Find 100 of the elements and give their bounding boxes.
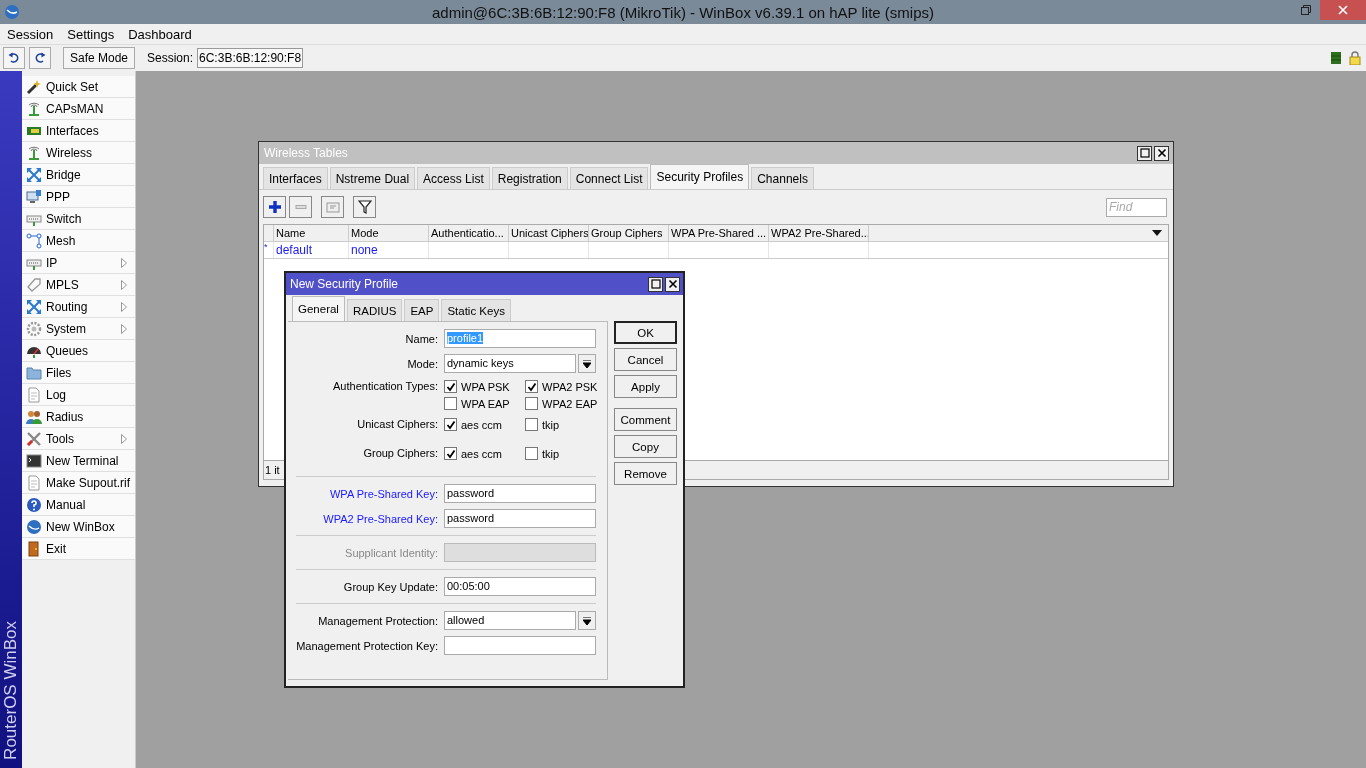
menu-item[interactable]: Dashboard (128, 26, 192, 42)
field-label: WPA Pre-Shared Key: (329, 487, 439, 500)
maximize-button[interactable] (648, 276, 663, 292)
status-text: 1 it (265, 464, 280, 476)
dialog-title: New Security Profile (290, 277, 399, 291)
field-label: Unicast Ciphers: (356, 417, 439, 430)
monitor-icon (26, 188, 42, 205)
input-field[interactable]: 00:05:00 (444, 577, 596, 596)
tab[interactable]: RADIUS (346, 299, 403, 321)
dialog-button[interactable]: Remove (614, 462, 677, 485)
sidebar-item[interactable]: Switch (22, 208, 135, 230)
tab[interactable]: Registration (491, 167, 568, 189)
dialog-button[interactable]: Cancel (614, 348, 677, 371)
checkbox[interactable]: WPA2 PSK (525, 378, 598, 395)
check-icon (445, 448, 456, 459)
window-title: Wireless Tables (264, 146, 348, 160)
column-header[interactable]: Authenticatio... (428, 225, 508, 241)
check-icon (445, 381, 456, 392)
tab[interactable]: Access List (417, 167, 490, 189)
input-field[interactable] (444, 636, 596, 655)
checkbox[interactable]: tkip (525, 416, 560, 433)
sidebar-item[interactable]: Manual (22, 494, 135, 516)
close-button[interactable] (1154, 145, 1169, 161)
tab[interactable]: Channels (751, 167, 814, 189)
comment-button[interactable] (321, 196, 344, 218)
column-header[interactable]: Unicast Ciphers (508, 225, 588, 241)
sidebar-item[interactable]: Make Supout.rif (22, 472, 135, 494)
sidebar-item[interactable]: New Terminal (22, 450, 135, 472)
dropdown-field[interactable]: allowed (444, 611, 576, 630)
gear-icon (26, 320, 42, 337)
tab[interactable]: Nstreme Dual (329, 167, 416, 189)
column-header[interactable]: WPA2 Pre-Shared... (768, 225, 868, 241)
sidebar-item[interactable]: Radius (22, 406, 135, 428)
tab[interactable]: Security Profiles (650, 164, 750, 189)
field-label: Supplicant Identity: (344, 546, 439, 559)
sidebar-item[interactable]: Exit (22, 538, 135, 560)
tab[interactable]: EAP (404, 299, 440, 321)
input-field[interactable]: password (444, 509, 596, 528)
tab[interactable]: Connect List (569, 167, 649, 189)
sidebar-item[interactable]: Wireless (22, 142, 135, 164)
sidebar-item[interactable]: System (22, 318, 135, 340)
sidebar-item[interactable]: MPLS (22, 274, 135, 296)
sidebar-item[interactable]: Log (22, 384, 135, 406)
checkbox[interactable]: WPA PSK (444, 378, 525, 395)
checkbox[interactable]: aes ccm (444, 445, 525, 462)
sidebar-item[interactable]: Quick Set (22, 76, 135, 98)
tab[interactable]: Interfaces (263, 167, 328, 189)
dropdown-button[interactable] (578, 354, 596, 373)
door-icon (26, 540, 42, 557)
sidebar-item[interactable]: Bridge (22, 164, 135, 186)
sidebar-item[interactable]: Mesh (22, 230, 135, 252)
filter-icon (357, 200, 372, 214)
sidebar-item[interactable]: Interfaces (22, 120, 135, 142)
field-label: Management Protection: (317, 614, 439, 627)
dialog-button[interactable]: Apply (614, 375, 677, 398)
input-field[interactable]: password (444, 484, 596, 503)
checkbox[interactable]: tkip (525, 445, 560, 462)
add-button[interactable] (263, 196, 286, 218)
maximize-button[interactable] (1137, 145, 1152, 161)
tab[interactable]: General (292, 296, 345, 321)
column-header[interactable]: WPA Pre-Shared ... (668, 225, 768, 241)
field-label: WPA2 Pre-Shared Key: (322, 512, 439, 525)
dialog-button[interactable]: OK (614, 321, 677, 344)
checkbox[interactable]: WPA2 EAP (525, 395, 598, 412)
undo-button[interactable] (3, 47, 25, 69)
menu-item[interactable]: Settings (67, 26, 115, 42)
wand-icon (26, 78, 42, 95)
close-button[interactable] (665, 276, 680, 292)
sidebar-item[interactable]: Tools (22, 428, 135, 450)
menu-item[interactable]: Session (7, 26, 54, 42)
dropdown-arrow-icon[interactable] (1152, 230, 1162, 236)
field-label: Group Ciphers: (362, 446, 439, 459)
redo-button[interactable] (29, 47, 51, 69)
globe-icon (26, 518, 42, 535)
dialog-button[interactable]: Comment (614, 408, 677, 431)
column-header[interactable]: Name (273, 225, 348, 241)
find-field[interactable]: Find (1106, 197, 1167, 217)
dropdown-field[interactable]: dynamic keys (444, 354, 576, 373)
dropdown-button[interactable] (578, 611, 596, 630)
checkbox[interactable]: WPA EAP (444, 395, 525, 412)
field-label: Group Key Update: (342, 580, 439, 593)
checkbox[interactable]: aes ccm (444, 416, 525, 433)
sidebar-item[interactable]: New WinBox (22, 516, 135, 538)
tab[interactable]: Static Keys (441, 299, 511, 321)
sidebar-item[interactable]: PPP (22, 186, 135, 208)
sidebar-item[interactable]: Queues (22, 340, 135, 362)
column-header[interactable]: Mode (348, 225, 428, 241)
sidebar-item[interactable]: IP (22, 252, 135, 274)
safe-mode-button[interactable]: Safe Mode (63, 47, 135, 69)
column-header[interactable]: Group Ciphers (588, 225, 668, 241)
session-field: 6C:3B:6B:12:90:F8 (197, 48, 304, 68)
people-icon (26, 408, 42, 425)
dialog-button[interactable]: Copy (614, 435, 677, 458)
sidebar-item[interactable]: Files (22, 362, 135, 384)
dropdown-arrow-icon (583, 616, 591, 625)
sidebar-item[interactable]: CAPsMAN (22, 98, 135, 120)
sidebar-item[interactable]: Routing (22, 296, 135, 318)
field-label: Mode: (406, 357, 439, 370)
filter-button[interactable] (353, 196, 376, 218)
folder-icon (26, 364, 42, 381)
